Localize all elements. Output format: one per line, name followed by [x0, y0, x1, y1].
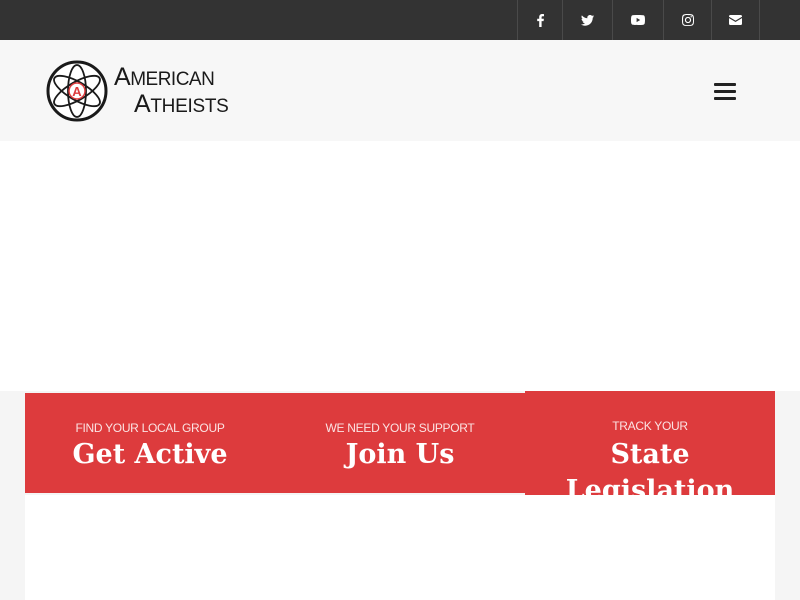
hero-area: [0, 141, 800, 391]
hamburger-icon[interactable]: [714, 83, 736, 100]
brand-line-2-initial: A: [134, 90, 151, 118]
cta-row: FIND YOUR LOCAL GROUP Get Active WE NEED…: [25, 391, 775, 505]
facebook-link[interactable]: [517, 0, 562, 40]
cta-kicker: TRACK YOUR: [612, 419, 688, 433]
state-legislation-card[interactable]: TRACK YOUR State Legislation: [525, 391, 775, 505]
brand-line-2: ATHEISTS: [134, 92, 229, 117]
join-us-card[interactable]: WE NEED YOUR SUPPORT Join Us: [275, 393, 525, 493]
twitter-link[interactable]: [562, 0, 612, 40]
site-logo[interactable]: A AMERICAN ATHEISTS: [46, 60, 236, 122]
cta-kicker: FIND YOUR LOCAL GROUP: [75, 421, 225, 435]
youtube-link[interactable]: [612, 0, 663, 40]
cta-title: Join Us: [345, 439, 455, 470]
get-active-card[interactable]: FIND YOUR LOCAL GROUP Get Active: [25, 393, 275, 493]
twitter-icon: [581, 14, 594, 26]
brand-line-1-initial: A: [114, 63, 131, 91]
cta-title: Get Active: [72, 439, 228, 470]
instagram-link[interactable]: [663, 0, 711, 40]
envelope-icon: [729, 15, 742, 25]
content-panel: [25, 495, 775, 600]
cta-kicker: WE NEED YOUR SUPPORT: [325, 421, 475, 435]
brand-line-1: AMERICAN: [114, 65, 229, 90]
logo-letter: A: [72, 84, 82, 99]
atom-logo-icon: A: [46, 60, 108, 122]
email-link[interactable]: [711, 0, 760, 40]
social-bar: [0, 0, 800, 40]
instagram-icon: [681, 14, 694, 26]
facebook-icon: [536, 13, 544, 27]
youtube-icon: [631, 15, 645, 25]
brand-line-1-rest: MERICAN: [130, 69, 215, 90]
cta-title-line-1: State: [610, 439, 690, 470]
site-header: A AMERICAN ATHEISTS: [0, 40, 800, 141]
brand-line-2-rest: THEISTS: [150, 96, 229, 117]
social-links: [517, 0, 760, 40]
brand-wordmark: AMERICAN ATHEISTS: [114, 65, 229, 117]
